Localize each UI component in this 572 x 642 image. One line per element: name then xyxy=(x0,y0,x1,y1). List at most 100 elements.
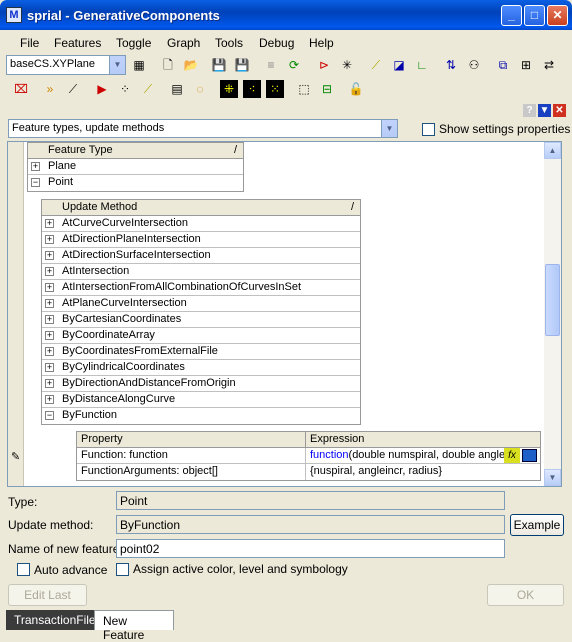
ok-button[interactable]: OK xyxy=(487,584,564,606)
app-icon[interactable]: M xyxy=(6,7,22,23)
expression-value[interactable]: {nuspiral, angleincr, radius} xyxy=(310,464,442,479)
update-method-row[interactable]: + AtCurveCurveIntersection xyxy=(42,216,360,232)
expand-icon[interactable]: + xyxy=(45,283,54,292)
move-icon[interactable]: ⇅ xyxy=(442,56,460,74)
expand-icon[interactable]: + xyxy=(45,299,54,308)
expand-icon[interactable]: + xyxy=(45,379,54,388)
points-array-icon[interactable]: ⁘ xyxy=(116,80,134,98)
update-method-row[interactable]: + ByCoordinatesFromExternalFile xyxy=(42,344,360,360)
edit-last-button[interactable]: Edit Last xyxy=(8,584,87,606)
function-editor-icon[interactable]: fx xyxy=(504,448,520,463)
tab-new-feature[interactable]: New Feature xyxy=(94,610,174,642)
expand-icon[interactable]: + xyxy=(45,267,54,276)
copy-icon[interactable]: ⧉ xyxy=(494,56,512,74)
example-button[interactable]: Example xyxy=(510,514,564,536)
cube-icon[interactable]: ⬚ xyxy=(295,80,313,98)
update-method-row[interactable]: + AtDirectionPlaneIntersection xyxy=(42,232,360,248)
snap-icon[interactable]: ✳ xyxy=(338,56,356,74)
close-button[interactable]: ✕ xyxy=(547,5,568,26)
chevron-down-icon[interactable]: ▼ xyxy=(109,56,125,74)
menu-help[interactable]: Help xyxy=(309,36,334,50)
menu-features[interactable]: Features xyxy=(54,36,101,50)
play-forward-icon[interactable]: » xyxy=(41,80,59,98)
save-all-icon[interactable]: 💾 xyxy=(233,56,251,74)
plane-select[interactable]: baseCS.XYPlane ▼ xyxy=(6,55,126,75)
update-method-row[interactable]: + AtIntersection xyxy=(42,264,360,280)
expand-icon[interactable]: + xyxy=(45,347,54,356)
expand-icon[interactable]: + xyxy=(45,251,54,260)
lock-icon[interactable]: 🔓 xyxy=(347,80,365,98)
maximize-button[interactable]: □ xyxy=(524,5,545,26)
table-icon[interactable]: ▤ xyxy=(168,80,186,98)
components-icon[interactable]: ⊟ xyxy=(318,80,336,98)
update-method-row[interactable]: + AtIntersectionFromAllCombinationOfCurve… xyxy=(42,280,360,296)
update-method-row[interactable]: + AtDirectionSurfaceIntersection xyxy=(42,248,360,264)
expand-icon[interactable]: + xyxy=(45,363,54,372)
expression-value[interactable]: function(double numspiral, double angle xyxy=(310,448,504,463)
collapse-icon[interactable]: − xyxy=(45,411,54,420)
graph-view-icon[interactable]: ⁙ xyxy=(266,80,284,98)
draw-line-icon[interactable]: ⟋ xyxy=(64,80,82,98)
property-row[interactable]: FunctionArguments: object[] {nuspiral, a… xyxy=(77,464,540,480)
update-method-row[interactable]: + ByDistanceAlongCurve xyxy=(42,392,360,408)
feature-type-header[interactable]: Feature Type / xyxy=(28,143,243,159)
expand-icon[interactable]: + xyxy=(45,331,54,340)
expand-icon[interactable]: + xyxy=(31,162,40,171)
save-icon[interactable]: 💾 xyxy=(210,56,228,74)
menu-file[interactable]: File xyxy=(20,36,39,50)
menu-toggle[interactable]: Toggle xyxy=(116,36,151,50)
minimize-button[interactable]: _ xyxy=(501,5,522,26)
update-method-row[interactable]: − ByFunction xyxy=(42,408,360,424)
filter-select[interactable]: Feature types, update methods ▼ xyxy=(8,119,398,138)
tree-scrollbar[interactable]: ▲ ▼ xyxy=(544,142,561,486)
menu-graph[interactable]: Graph xyxy=(167,36,200,50)
plane-tool-icon[interactable]: ◪ xyxy=(390,56,408,74)
property-column-header[interactable]: Property xyxy=(81,433,123,445)
collapse-icon[interactable]: − xyxy=(31,178,40,187)
line-tool-icon[interactable]: ⟋ xyxy=(367,56,385,74)
update-method-row[interactable]: + ByDirectionAndDistanceFromOrigin xyxy=(42,376,360,392)
hierarchy-icon[interactable]: ⊞ xyxy=(517,56,535,74)
coordinate-system-icon[interactable]: ∟ xyxy=(413,56,431,74)
update-method-row[interactable]: + ByCoordinateArray xyxy=(42,328,360,344)
step-icon[interactable]: ▶ xyxy=(93,80,111,98)
point-tool-icon[interactable]: ⊳ xyxy=(315,56,333,74)
measure-icon[interactable]: ⟋ xyxy=(139,80,157,98)
feature-type-row[interactable]: + Plane xyxy=(28,159,243,175)
menu-tools[interactable]: Tools xyxy=(215,36,243,50)
editor-window-icon[interactable] xyxy=(522,449,537,462)
expand-icon[interactable]: + xyxy=(45,395,54,404)
replace-icon[interactable]: ⇄ xyxy=(540,56,558,74)
script-icon[interactable]: ≡ xyxy=(262,56,280,74)
chevron-down-icon[interactable]: ▼ xyxy=(381,120,397,137)
pin-icon[interactable]: ▼ xyxy=(538,104,551,117)
cycle-icon[interactable]: ◌ xyxy=(191,80,209,98)
auto-advance-checkbox[interactable] xyxy=(17,563,30,576)
panel-close-icon[interactable]: ✕ xyxy=(553,104,566,117)
tab-transaction-file[interactable]: TransactionFile xyxy=(6,610,96,630)
feature-type-row[interactable]: − Point xyxy=(28,175,243,191)
refresh-icon[interactable]: ⟳ xyxy=(285,56,303,74)
update-method-row[interactable]: + ByCylindricalCoordinates xyxy=(42,360,360,376)
graph-link-icon[interactable]: ⁖ xyxy=(243,80,261,98)
scroll-down-icon[interactable]: ▼ xyxy=(544,469,561,486)
open-folder-icon[interactable]: 📂 xyxy=(182,56,200,74)
transform-icon[interactable]: ⚇ xyxy=(465,56,483,74)
expression-column-header[interactable]: Expression xyxy=(310,433,364,445)
scroll-thumb[interactable] xyxy=(545,264,560,336)
show-settings-checkbox[interactable] xyxy=(422,123,435,136)
expand-icon[interactable]: + xyxy=(45,315,54,324)
update-method-row[interactable]: + AtPlaneCurveIntersection xyxy=(42,296,360,312)
update-method-row[interactable]: + ByCartesianCoordinates xyxy=(42,312,360,328)
expand-icon[interactable]: + xyxy=(45,235,54,244)
scroll-up-icon[interactable]: ▲ xyxy=(544,142,561,159)
menu-debug[interactable]: Debug xyxy=(259,36,294,50)
property-row[interactable]: Function: function function(double numsp… xyxy=(77,448,540,464)
point-by-coordinates-icon[interactable]: ⌧ xyxy=(12,80,30,98)
new-file-icon[interactable]: 🗋 xyxy=(159,56,177,74)
grid-icon[interactable]: ▦ xyxy=(130,56,148,74)
feature-name-input[interactable]: point02 xyxy=(116,539,505,558)
help-icon[interactable]: ? xyxy=(523,104,536,117)
expand-icon[interactable]: + xyxy=(45,219,54,228)
graph-node-icon[interactable]: ⁜ xyxy=(220,80,238,98)
